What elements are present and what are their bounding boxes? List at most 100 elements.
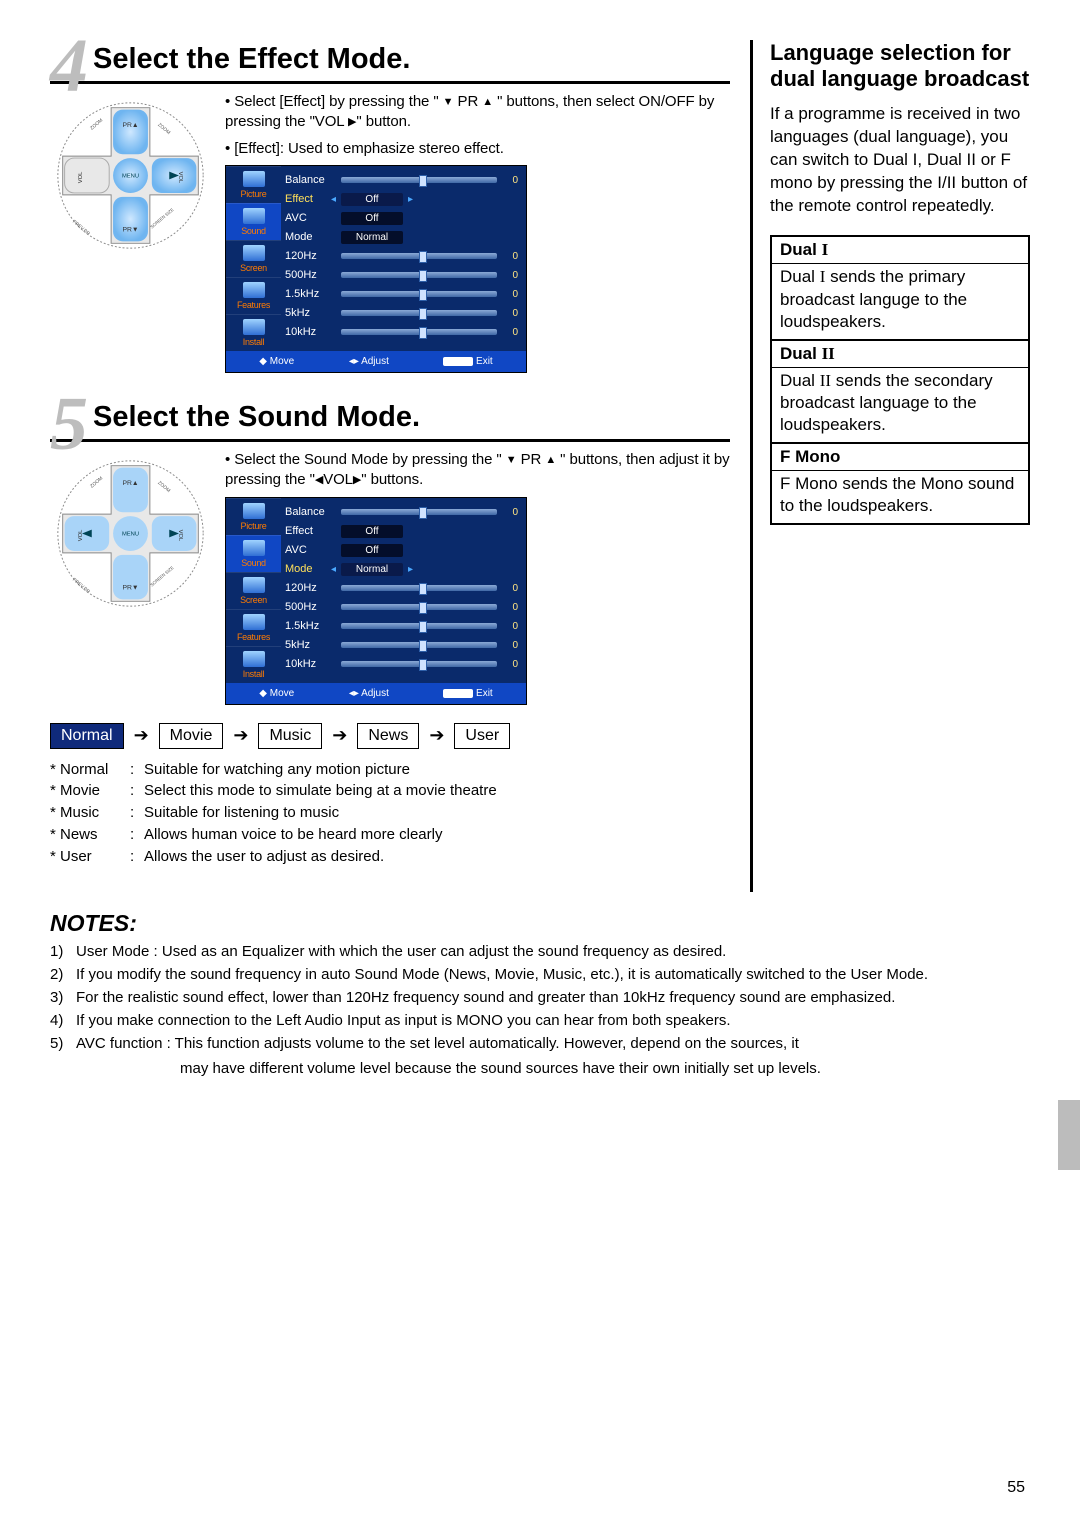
osd-tab-install: Install: [226, 646, 281, 683]
svg-text:ZOOM: ZOOM: [156, 480, 171, 494]
page-number: 55: [1007, 1479, 1025, 1497]
osd-tab-install: Install: [226, 314, 281, 351]
svg-text:VOL: VOL: [78, 529, 84, 541]
osd-row-mode: ModeNormal: [281, 560, 518, 579]
instruction-line: Select the Sound Mode by pressing the " …: [225, 450, 730, 491]
osd-tab-features: Features: [226, 609, 281, 646]
mode-descriptions: * Normal:Suitable for watching any motio…: [50, 759, 730, 868]
screen-icon: [243, 245, 265, 261]
fmono-body: F Mono sends the Mono sound to the louds…: [772, 470, 1028, 523]
svg-text:VOL: VOL: [78, 171, 84, 183]
osd-exit-hint: MENUExit: [443, 356, 492, 367]
step-5: 5 Select the Sound Mode.: [50, 398, 730, 867]
mode-box-music: Music: [258, 723, 322, 749]
osd-row-avc: AVCOff: [281, 541, 518, 560]
osd-row-balance: Balance0: [281, 171, 518, 190]
dual1-body: Dual I sends the primary broadcast langu…: [772, 263, 1028, 338]
osd-row-avc: AVCOff: [281, 209, 518, 228]
note-item: 1)User Mode : Used as an Equalizer with …: [50, 941, 1030, 962]
svg-text:PR▼: PR▼: [122, 585, 138, 592]
svg-text:ZOOM: ZOOM: [89, 118, 104, 132]
features-icon: [243, 282, 265, 298]
install-icon: [243, 651, 265, 667]
step-title: Select the Effect Mode.: [93, 43, 410, 76]
osd-row-120hz: 120Hz0: [281, 247, 518, 266]
note-item: 4)If you make connection to the Left Aud…: [50, 1010, 1030, 1031]
osd-row-effect: EffectOff: [281, 190, 518, 209]
arrow-right-icon: ➔: [134, 725, 149, 746]
osd-tab-screen: Screen: [226, 572, 281, 609]
osd-row-mode: ModeNormal: [281, 228, 518, 247]
svg-text:PR▼: PR▼: [122, 227, 138, 234]
mode-desc-row: * Music:Suitable for listening to music: [50, 802, 730, 824]
osd-row-effect: EffectOff: [281, 522, 518, 541]
mode-desc-row: * User:Allows the user to adjust as desi…: [50, 846, 730, 868]
arrow-right-icon: ➔: [429, 725, 444, 746]
thumb-tab: [1058, 1100, 1080, 1170]
osd-tab-picture: Picture: [226, 498, 281, 535]
osd-row-1.5khz: 1.5kHz0: [281, 285, 518, 304]
svg-text:MENU: MENU: [121, 532, 138, 538]
svg-text:SCREEN SIZE: SCREEN SIZE: [149, 565, 174, 588]
dual1-heading: Dual I: [772, 237, 1028, 263]
osd-row-balance: Balance0: [281, 503, 518, 522]
down-triangle-icon: ▼: [443, 95, 454, 110]
osd-row-10khz: 10kHz0: [281, 323, 518, 342]
mode-box-movie: Movie: [159, 723, 224, 749]
picture-icon: [243, 171, 265, 187]
dual2-body: Dual II sends the secondary broadcast la…: [772, 367, 1028, 442]
dual2-heading: Dual II: [772, 339, 1028, 367]
install-icon: [243, 319, 265, 335]
mode-desc-row: * Movie:Select this mode to simulate bei…: [50, 780, 730, 802]
svg-text:ZOOM: ZOOM: [89, 476, 104, 490]
osd-row-120hz: 120Hz0: [281, 579, 518, 598]
svg-text:VOL: VOL: [176, 172, 182, 184]
notes-title: NOTES:: [50, 910, 1030, 937]
osd-tab-sound: Sound: [226, 203, 281, 240]
up-triangle-icon: ▲: [482, 95, 493, 110]
osd-tab-screen: Screen: [226, 240, 281, 277]
svg-text:SCREEN SIZE: SCREEN SIZE: [149, 207, 174, 230]
dual-language-table: Dual I Dual I sends the primary broadcas…: [770, 235, 1030, 525]
mode-box-normal: Normal: [50, 723, 124, 749]
mode-desc-row: * News:Allows human voice to be heard mo…: [50, 824, 730, 846]
svg-text:VOL: VOL: [176, 530, 182, 542]
osd-row-5khz: 5kHz0: [281, 304, 518, 323]
note-item: 2)If you modify the sound frequency in a…: [50, 964, 1030, 985]
sidebar-paragraph: If a programme is received in two langua…: [770, 103, 1030, 218]
arrow-right-icon: ➔: [233, 725, 248, 746]
step-4: 4 Select the Effect Mode.: [50, 40, 730, 373]
picture-icon: [243, 503, 265, 519]
osd-row-1.5khz: 1.5kHz0: [281, 617, 518, 636]
osd-row-500hz: 500Hz0: [281, 266, 518, 285]
step-number: 4: [50, 40, 88, 93]
mode-desc-row: * Normal:Suitable for watching any motio…: [50, 759, 730, 781]
svg-text:PREV.PR: PREV.PR: [71, 577, 91, 595]
osd-row-5khz: 5kHz0: [281, 636, 518, 655]
mode-box-user: User: [454, 723, 510, 749]
osd-tab-features: Features: [226, 277, 281, 314]
step-number: 5: [50, 398, 88, 451]
svg-text:PR▲: PR▲: [122, 122, 138, 129]
features-icon: [243, 614, 265, 630]
note-continuation: may have different volume level because …: [50, 1058, 1030, 1079]
osd-tab-picture: Picture: [226, 166, 281, 203]
note-item: 3)For the realistic sound effect, lower …: [50, 987, 1030, 1008]
screen-icon: [243, 577, 265, 593]
osd-adjust-hint: ◂▸ Adjust: [349, 356, 389, 367]
sidebar: Language selection for dual language bro…: [770, 40, 1030, 892]
arrow-right-icon: ➔: [332, 725, 347, 746]
osd-menu: PictureSoundScreenFeaturesInstall Balanc…: [225, 497, 527, 705]
instruction-line: [Effect]: Used to emphasize stereo effec…: [225, 139, 730, 159]
notes-section: NOTES: 1)User Mode : Used as an Equalize…: [50, 910, 1030, 1079]
osd-row-500hz: 500Hz0: [281, 598, 518, 617]
dpad-graphic: PR▲ PR▼ MENU VOL VOL ZOOM ZOOM PREV.PR S…: [53, 456, 208, 611]
dpad-graphic: PR▲ PR▼ MENU VOL VOL ZOOM ZOOM PREV.PR S…: [53, 98, 208, 253]
osd-row-10khz: 10kHz0: [281, 655, 518, 674]
sound-icon: [243, 208, 265, 224]
step-title: Select the Sound Mode.: [93, 401, 420, 434]
svg-text:MENU: MENU: [121, 174, 138, 180]
sound-mode-flow: Normal➔Movie➔Music➔News➔User: [50, 723, 730, 749]
osd-menu: PictureSoundScreenFeaturesInstall Balanc…: [225, 165, 527, 373]
fmono-heading: F Mono: [772, 442, 1028, 470]
